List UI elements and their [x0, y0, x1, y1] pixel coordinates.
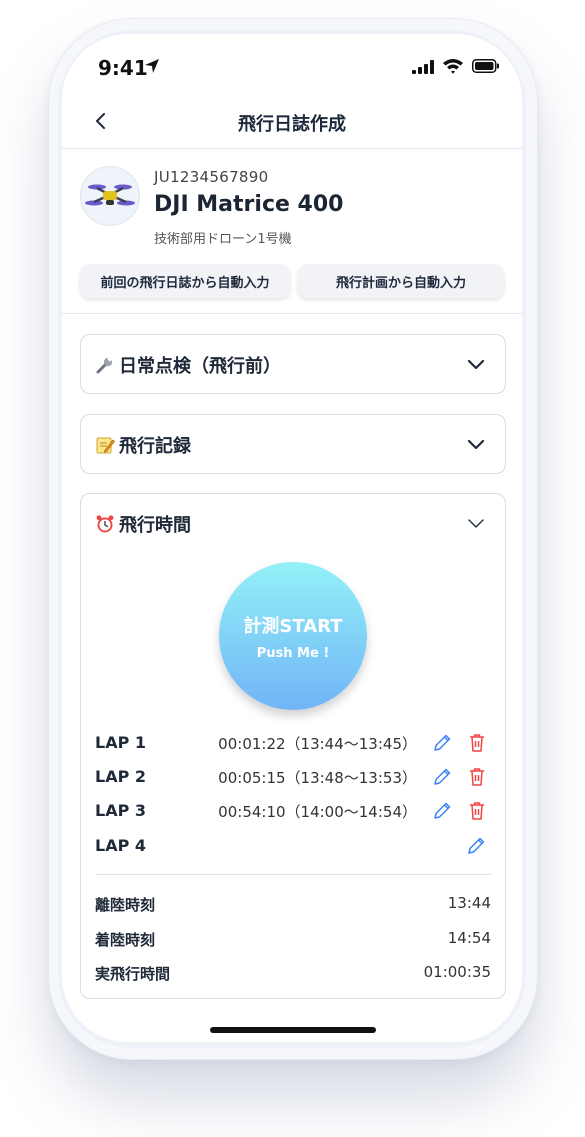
total-flight-time-value: 01:00:35	[423, 963, 491, 981]
drone-avatar	[80, 166, 140, 226]
lap-time: 00:05:15（13:48〜13:53）	[218, 769, 417, 787]
section-title: 日常点検（飛行前）	[119, 356, 281, 377]
nav-bar: 飛行日誌作成	[62, 100, 522, 148]
location-arrow-icon	[145, 59, 159, 73]
pencil-icon[interactable]	[431, 732, 453, 754]
chevron-down-icon[interactable]	[465, 353, 487, 375]
trash-icon[interactable]	[467, 766, 487, 788]
accordion-flight-record[interactable]: 飛行記録	[80, 414, 506, 474]
app-screen: 9:41 飛行日誌作成 JU1234567890 DJI Matrice 400…	[62, 34, 522, 1042]
total-flight-time-row: 実飛行時間 01:00:35	[95, 961, 491, 985]
memo-icon	[96, 437, 115, 454]
alarm-clock-icon	[96, 515, 114, 533]
lap-time: 00:01:22（13:44〜13:45）	[218, 735, 417, 753]
wrench-icon	[96, 356, 113, 374]
battery-icon	[472, 59, 499, 73]
drone-nickname: 技術部用ドローン1号機	[154, 232, 292, 247]
accordion-header[interactable]: 飛行時間	[95, 511, 191, 537]
lap-row: LAP 3 00:54:10（14:00〜14:54）	[95, 798, 493, 824]
status-bar: 9:41	[62, 34, 522, 94]
landing-time-row: 着陸時刻 14:54	[95, 927, 491, 951]
timer-start-button[interactable]: 計測START Push Me !	[219, 562, 367, 710]
lap-name: LAP 1	[95, 733, 147, 752]
takeoff-time-value: 13:44	[447, 894, 491, 912]
lap-name: LAP 3	[95, 801, 147, 820]
divider	[62, 313, 522, 314]
autofill-previous-log-button[interactable]: 前回の飛行日誌から自動入力	[80, 264, 290, 298]
cellular-signal-icon	[412, 60, 434, 74]
section-title: 飛行時間	[119, 515, 191, 536]
accordion-daily-check[interactable]: 日常点検（飛行前）	[80, 334, 506, 394]
wifi-icon	[443, 59, 463, 74]
lap-name: LAP 2	[95, 767, 147, 786]
takeoff-time-label: 離陸時刻	[95, 896, 156, 914]
autofill-flight-plan-button[interactable]: 飛行計画から自動入力	[298, 264, 504, 298]
lap-row: LAP 1 00:01:22（13:44〜13:45）	[95, 730, 493, 756]
divider	[62, 148, 522, 149]
timer-start-label: 計測START	[243, 616, 343, 637]
pencil-icon[interactable]	[431, 766, 453, 788]
landing-time-value: 14:54	[447, 929, 491, 947]
drone-icon	[85, 184, 135, 206]
lap-row: LAP 4	[95, 833, 493, 859]
total-flight-time-label: 実飛行時間	[95, 965, 171, 983]
takeoff-time-row: 離陸時刻 13:44	[95, 892, 491, 916]
summary-divider	[95, 874, 491, 875]
page-title: 飛行日誌作成	[238, 114, 346, 135]
timer-start-sublabel: Push Me !	[256, 646, 330, 661]
accordion-header: 日常点検（飛行前）	[95, 352, 281, 378]
landing-time-label: 着陸時刻	[95, 931, 156, 949]
pencil-icon[interactable]	[431, 800, 453, 822]
home-indicator[interactable]	[210, 1027, 376, 1033]
drone-model: DJI Matrice 400	[154, 192, 344, 217]
status-time: 9:41	[98, 56, 148, 80]
pencil-icon[interactable]	[465, 835, 487, 857]
lap-name: LAP 4	[95, 836, 147, 855]
chevron-down-icon[interactable]	[465, 512, 487, 534]
trash-icon[interactable]	[467, 800, 487, 822]
section-title: 飛行記録	[119, 436, 191, 457]
accordion-header: 飛行記録	[95, 432, 191, 458]
chevron-down-icon[interactable]	[465, 433, 487, 455]
lap-row: LAP 2 00:05:15（13:48〜13:53）	[95, 764, 493, 790]
drone-registration: JU1234567890	[154, 168, 269, 186]
trash-icon[interactable]	[467, 732, 487, 754]
lap-time: 00:54:10（14:00〜14:54）	[218, 803, 417, 821]
accordion-flight-time: 飛行時間 計測START Push Me ! LAP 1 00:01:22（13…	[80, 493, 506, 999]
